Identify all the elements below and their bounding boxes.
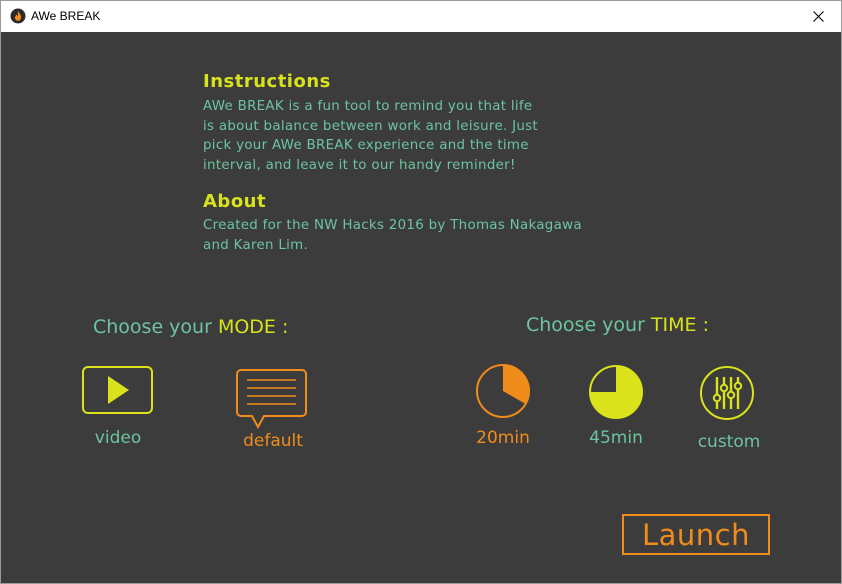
instructions-heading: Instructions xyxy=(203,71,331,92)
message-icon xyxy=(236,369,307,430)
about-heading: About xyxy=(203,191,267,212)
time-title: Choose your TIME : xyxy=(526,314,710,336)
flame-icon xyxy=(10,8,26,24)
sliders-icon xyxy=(700,366,754,420)
launch-button[interactable]: Launch xyxy=(622,514,770,555)
instructions-line: interval, and leave it to our handy remi… xyxy=(203,157,516,173)
window-title: AWe BREAK xyxy=(31,9,101,23)
close-icon xyxy=(812,11,824,22)
mode-default-label[interactable]: default xyxy=(243,431,303,451)
mode-title: Choose your MODE : xyxy=(93,316,289,338)
instructions-line: AWe BREAK is a fun tool to remind you th… xyxy=(203,99,533,114)
app-window: AWe BREAK Instructions AWe BREAK is a fu… xyxy=(0,0,842,584)
main-content: Instructions AWe BREAK is a fun tool to … xyxy=(1,32,841,583)
instructions-line: is about balance between work and leisur… xyxy=(203,118,538,134)
clock-45-icon xyxy=(589,365,643,419)
play-icon xyxy=(82,366,153,414)
about-line: Created for the NW Hacks 2016 by Thomas … xyxy=(203,218,582,233)
clock-20-icon xyxy=(476,364,530,418)
title-bar: AWe BREAK xyxy=(1,1,841,32)
mode-video-label[interactable]: video xyxy=(95,428,141,448)
time-45min-button[interactable] xyxy=(588,364,644,420)
time-45min-label[interactable]: 45min xyxy=(589,428,643,448)
close-button[interactable] xyxy=(795,1,841,32)
mode-video-button[interactable] xyxy=(82,366,154,416)
instructions-line: pick your AWe BREAK experience and the t… xyxy=(203,138,529,153)
mode-default-button[interactable] xyxy=(236,368,308,432)
instructions-text: AWe BREAK is a fun tool to remind you th… xyxy=(203,97,538,175)
about-line: and Karen Lim. xyxy=(203,237,309,253)
time-20min-label[interactable]: 20min xyxy=(476,428,530,448)
time-custom-button[interactable] xyxy=(699,365,755,421)
about-text: Created for the NW Hacks 2016 by Thomas … xyxy=(203,216,582,255)
time-custom-label[interactable]: custom xyxy=(698,432,761,452)
time-20min-button[interactable] xyxy=(475,363,531,419)
